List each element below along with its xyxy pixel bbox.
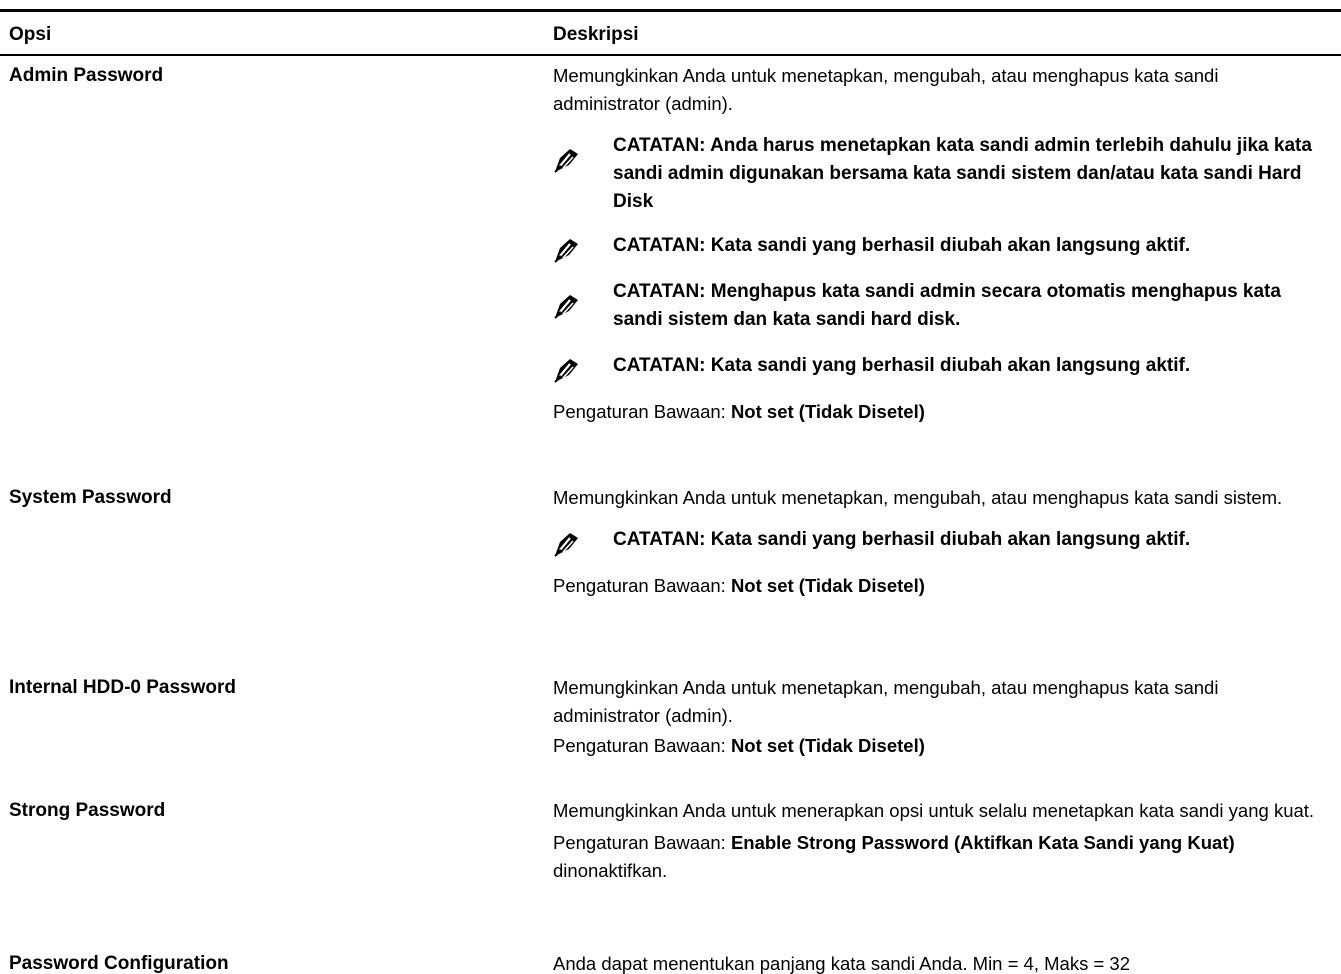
option-name: Internal HDD-0 Password bbox=[9, 677, 236, 698]
pencil-note-icon bbox=[554, 295, 578, 319]
description-text: Memungkinkan Anda untuk menetapkan, meng… bbox=[553, 677, 1219, 726]
note: CATATAN: Kata sandi yang berhasil diubah… bbox=[553, 352, 1323, 383]
default-setting: Pengaturan Bawaan: Not set (Tidak Disete… bbox=[553, 732, 1323, 760]
default-label: Pengaturan Bawaan: bbox=[553, 401, 731, 422]
note: CATATAN: Anda harus menetapkan kata sand… bbox=[553, 132, 1323, 216]
note: CATATAN: Menghapus kata sandi admin seca… bbox=[553, 278, 1323, 334]
document-page: Opsi Deskripsi Admin Password Memungkink… bbox=[0, 0, 1341, 974]
option-name: Strong Password bbox=[9, 800, 166, 821]
option-description: Memungkinkan Anda untuk menetapkan, meng… bbox=[553, 484, 1323, 600]
pencil-note-icon bbox=[554, 149, 578, 173]
note-text: CATATAN: Kata sandi yang berhasil diubah… bbox=[613, 355, 1191, 376]
default-setting: Pengaturan Bawaan: Enable Strong Passwor… bbox=[553, 829, 1323, 885]
option-description: Memungkinkan Anda untuk menetapkan, meng… bbox=[553, 674, 1323, 760]
default-value: Not set (Tidak Disetel) bbox=[730, 401, 925, 422]
description-text: Memungkinkan Anda untuk menerapkan opsi … bbox=[553, 800, 1315, 821]
header-option: Opsi bbox=[9, 24, 52, 45]
pencil-note-icon bbox=[554, 239, 578, 263]
option-description: Anda dapat menentukan panjang kata sandi… bbox=[553, 950, 1323, 974]
description-text: Memungkinkan Anda untuk menetapkan, meng… bbox=[553, 65, 1219, 114]
default-suffix: dinonaktifkan. bbox=[553, 860, 668, 881]
default-value: Not set (Tidak Disetel) bbox=[730, 735, 925, 756]
option-name: Password Configuration bbox=[9, 953, 229, 974]
pencil-note-icon bbox=[554, 533, 578, 557]
note-text: CATATAN: Menghapus kata sandi admin seca… bbox=[613, 281, 1281, 330]
description-text: Memungkinkan Anda untuk menetapkan, meng… bbox=[553, 487, 1283, 508]
note: CATATAN: Kata sandi yang berhasil diubah… bbox=[553, 232, 1323, 263]
default-value: Enable Strong Password (Aktifkan Kata Sa… bbox=[730, 832, 1235, 853]
option-description: Memungkinkan Anda untuk menerapkan opsi … bbox=[553, 797, 1323, 885]
default-label: Pengaturan Bawaan: bbox=[553, 735, 731, 756]
option-description: Memungkinkan Anda untuk menetapkan, meng… bbox=[553, 62, 1323, 426]
table-header: Opsi Deskripsi bbox=[0, 12, 1341, 56]
pencil-note-icon bbox=[554, 359, 578, 383]
note-text: CATATAN: Kata sandi yang berhasil diubah… bbox=[613, 529, 1191, 550]
header-description: Deskripsi bbox=[553, 24, 639, 45]
default-setting: Pengaturan Bawaan: Not set (Tidak Disete… bbox=[553, 398, 1323, 426]
default-setting: Pengaturan Bawaan: Not set (Tidak Disete… bbox=[553, 572, 1323, 600]
note-text: CATATAN: Kata sandi yang berhasil diubah… bbox=[613, 235, 1191, 256]
default-label: Pengaturan Bawaan: bbox=[553, 575, 731, 596]
default-label: Pengaturan Bawaan: bbox=[553, 832, 731, 853]
description-text: Anda dapat menentukan panjang kata sandi… bbox=[553, 953, 1130, 974]
option-name: System Password bbox=[9, 487, 172, 508]
note-text: CATATAN: Anda harus menetapkan kata sand… bbox=[613, 135, 1312, 212]
option-name: Admin Password bbox=[9, 65, 164, 86]
default-value: Not set (Tidak Disetel) bbox=[730, 575, 925, 596]
note: CATATAN: Kata sandi yang berhasil diubah… bbox=[553, 526, 1323, 557]
